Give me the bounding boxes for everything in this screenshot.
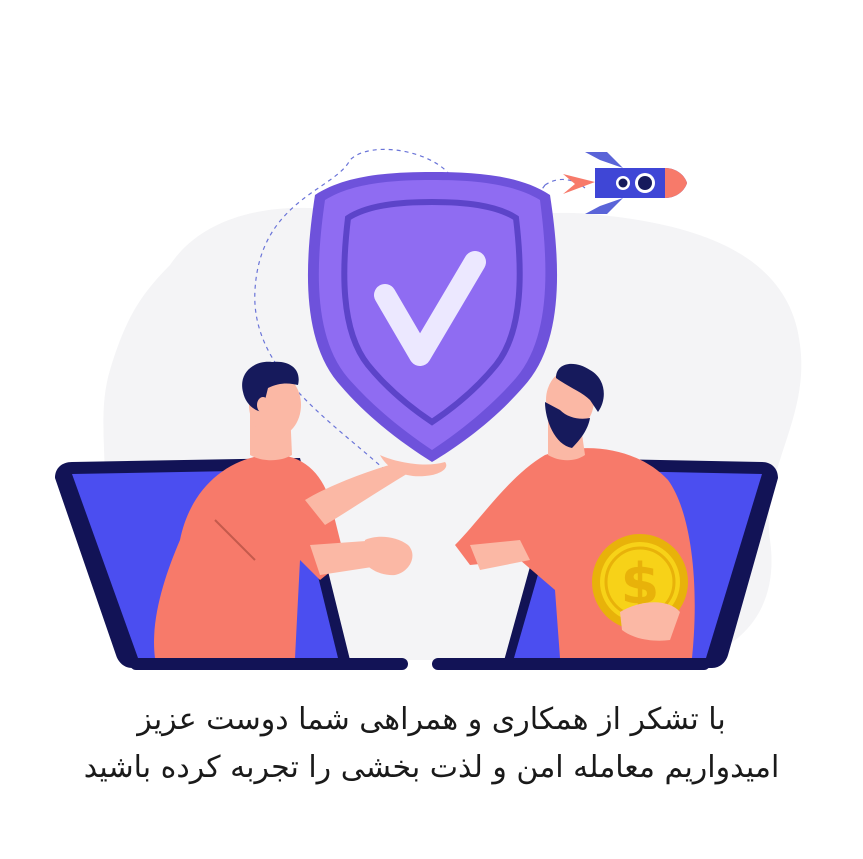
rocket-icon <box>563 152 687 214</box>
thank-you-message-line1: با تشکر از همکاری و همراهی شما دوست عزیز <box>137 702 726 737</box>
thank-you-message-line2: امیدواریم معامله امن و لذت بخشی را تجربه… <box>83 750 780 785</box>
